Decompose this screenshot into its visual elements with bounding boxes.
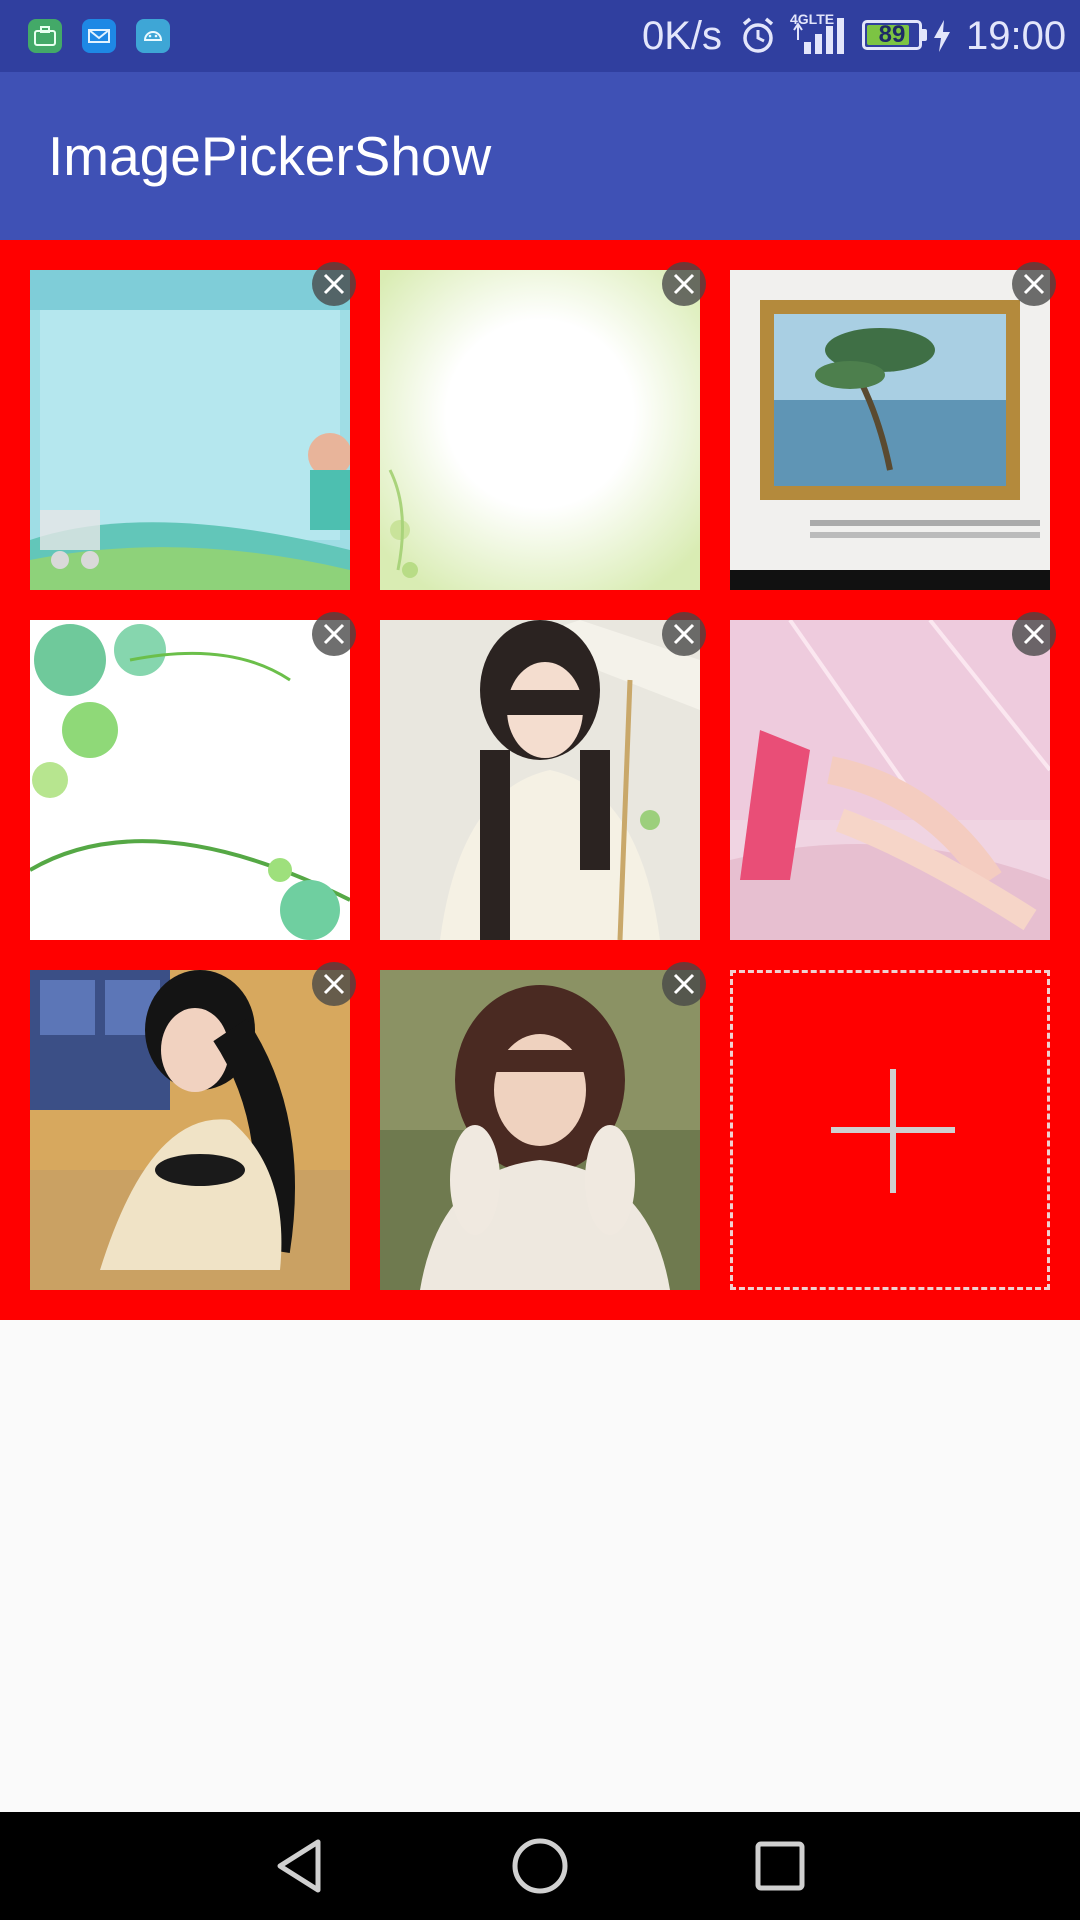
image-item[interactable] [730,262,1056,590]
image-thumbnail[interactable] [30,970,350,1290]
image-thumbnail[interactable] [30,270,350,590]
back-icon [277,1839,321,1893]
back-button[interactable] [270,1836,330,1896]
close-icon [323,273,345,295]
close-icon [673,273,695,295]
remove-image-button[interactable] [1012,262,1056,306]
image-item[interactable] [380,962,706,1290]
remove-image-button[interactable] [312,962,356,1006]
remove-image-button[interactable] [662,962,706,1006]
close-icon [323,623,345,645]
navigation-bar [0,1812,1080,1920]
alarm-icon [738,16,778,61]
image-grid [0,240,1080,1320]
remove-image-button[interactable] [312,262,356,306]
mail-app-icon [82,19,116,53]
briefcase-icon [28,19,62,53]
android-icon [136,19,170,53]
signal-4g-icon: 4GLTE [790,10,852,63]
app-bar: ImagePickerShow [0,72,1080,240]
image-item[interactable] [30,962,356,1290]
close-icon [673,623,695,645]
close-icon [323,973,345,995]
image-thumbnail[interactable] [730,270,1050,590]
image-item[interactable] [30,612,356,940]
remove-image-button[interactable] [1012,612,1056,656]
image-item[interactable] [730,612,1056,940]
image-thumbnail[interactable] [380,270,700,590]
image-item[interactable] [380,262,706,590]
add-image-button[interactable] [730,970,1050,1290]
home-icon [512,1838,568,1894]
close-icon [1023,623,1045,645]
remove-image-button[interactable] [662,612,706,656]
close-icon [673,973,695,995]
battery-icon: 89 [862,20,922,50]
battery-level: 89 [878,21,906,48]
status-bar: 0K/s 4GLTE 89 19:00 [0,0,1080,72]
remove-image-button[interactable] [312,612,356,656]
image-thumbnail[interactable] [30,620,350,940]
image-thumbnail[interactable] [730,620,1050,940]
image-thumbnail[interactable] [380,620,700,940]
home-button[interactable] [510,1836,570,1896]
charging-icon [932,20,952,57]
image-item[interactable] [30,262,356,590]
image-thumbnail[interactable] [380,970,700,1290]
network-speed: 0K/s [642,14,723,58]
image-item[interactable] [380,612,706,940]
close-icon [1023,273,1045,295]
recents-icon [755,1841,805,1891]
remove-image-button[interactable] [662,262,706,306]
clock: 19:00 [966,14,1067,58]
recents-button[interactable] [750,1836,810,1896]
page-title: ImagePickerShow [48,125,492,187]
